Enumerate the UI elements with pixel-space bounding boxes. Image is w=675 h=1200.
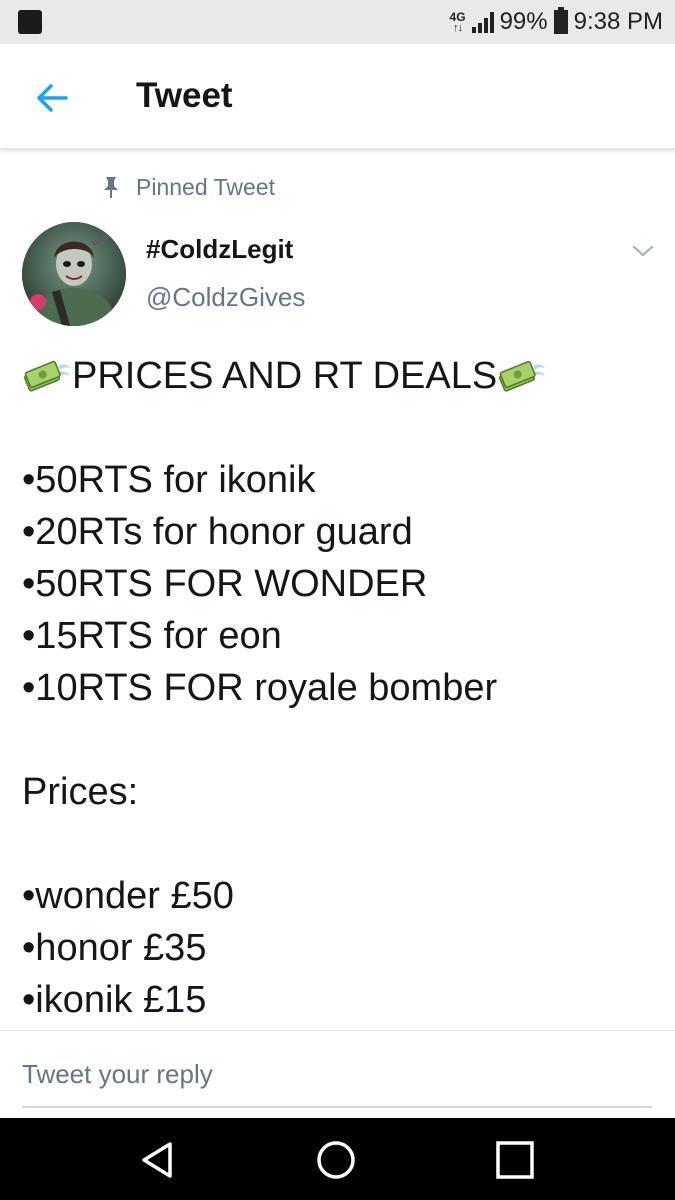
pinned-label: Pinned Tweet [136, 173, 275, 200]
status-bar: 4G ↑↓ 99% 9:38 PM [0, 0, 675, 44]
nav-back-button[interactable] [136, 1138, 180, 1182]
network-type: 4G [449, 9, 466, 24]
price-item: •honor £35 [22, 927, 207, 969]
price-item: •wonder £50 [22, 875, 234, 917]
circle-home-icon [317, 1141, 355, 1179]
nav-recents-button[interactable] [493, 1138, 537, 1182]
clock: 9:38 PM [573, 8, 663, 35]
display-name[interactable]: #ColdzLegit [146, 234, 293, 265]
app-header: Tweet [0, 44, 675, 150]
user-handle[interactable]: @ColdzGives [146, 282, 305, 313]
tweet-options-button[interactable] [628, 238, 658, 264]
chevron-down-icon [632, 245, 654, 257]
battery-percent: 99% [499, 8, 548, 35]
rt-deal-item: •50RTS FOR WONDER [22, 563, 428, 605]
square-recents-icon [496, 1141, 534, 1179]
notification-icon [18, 10, 42, 34]
signal-icon [471, 11, 494, 33]
triangle-back-icon [142, 1142, 172, 1178]
tweet-text: PRICES AND RT DEALS •50RTS for ikonik •2… [22, 350, 662, 1028]
reply-bar: Tweet your reply [0, 1030, 675, 1118]
navigation-bar [0, 1118, 675, 1200]
reply-input[interactable]: Tweet your reply [22, 1059, 652, 1108]
network-icon: 4G ↑↓ [450, 11, 466, 34]
avatar-image [22, 222, 126, 326]
status-indicators: 4G ↑↓ 99% 9:38 PM [450, 7, 663, 36]
rt-deal-item: •15RTS for eon [22, 615, 282, 657]
data-arrows-icon: ↑↓ [453, 21, 463, 34]
tweet-headline-row: PRICES AND RT DEALS [22, 350, 662, 402]
money-with-wings-icon [499, 360, 546, 392]
rt-deal-item: •20RTs for honor guard [22, 511, 413, 553]
tweet-headline: PRICES AND RT DEALS [72, 355, 498, 397]
battery-icon [553, 7, 568, 34]
back-button[interactable] [30, 78, 74, 118]
price-item: •ikonik £15 [22, 979, 207, 1021]
prices-heading: Prices: [22, 771, 139, 813]
pin-icon [104, 177, 118, 198]
nav-home-button[interactable] [314, 1138, 358, 1182]
rt-deal-item: •10RTS FOR royale bomber [22, 667, 498, 709]
avatar[interactable] [22, 222, 126, 326]
page-title: Tweet [136, 76, 233, 115]
pinned-indicator: Pinned Tweet [100, 170, 275, 204]
rt-deal-item: •50RTS for ikonik [22, 459, 316, 501]
arrow-left-icon [37, 84, 68, 112]
money-with-wings-icon [24, 360, 70, 392]
tweet-page: 4G ↑↓ 99% 9:38 PM Tweet Pinned Tweet #Co… [0, 0, 675, 1200]
